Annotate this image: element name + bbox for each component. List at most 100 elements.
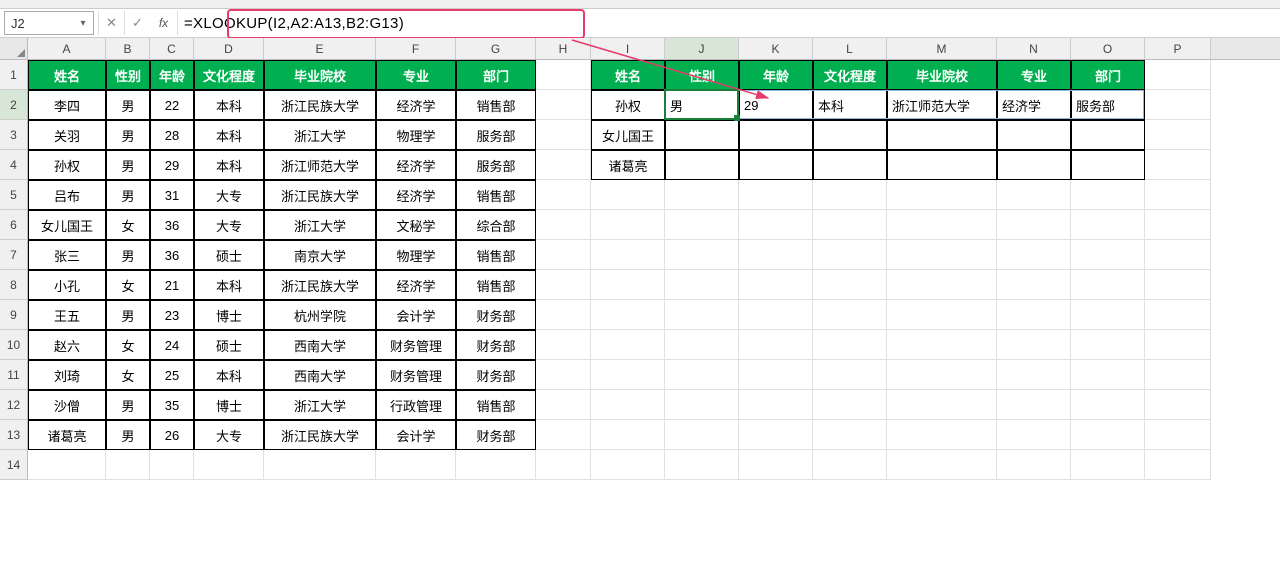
cell-B12[interactable]: 男 <box>106 390 150 420</box>
cell-M2[interactable]: 浙江师范大学 <box>887 90 997 120</box>
row-header-2[interactable]: 2 <box>0 90 28 120</box>
cell-G4[interactable]: 服务部 <box>456 150 536 180</box>
row-header-5[interactable]: 5 <box>0 180 28 210</box>
cell-F10[interactable]: 财务管理 <box>376 330 456 360</box>
cell-E1[interactable]: 毕业院校 <box>264 60 376 90</box>
column-header-O[interactable]: O <box>1071 38 1145 59</box>
column-header-N[interactable]: N <box>997 38 1071 59</box>
cell-P9[interactable] <box>1145 300 1211 330</box>
cell-D4[interactable]: 本科 <box>194 150 264 180</box>
cell-O14[interactable] <box>1071 450 1145 480</box>
cell-O6[interactable] <box>1071 210 1145 240</box>
cell-F2[interactable]: 经济学 <box>376 90 456 120</box>
cell-F6[interactable]: 文秘学 <box>376 210 456 240</box>
column-header-A[interactable]: A <box>28 38 106 59</box>
cell-A9[interactable]: 王五 <box>28 300 106 330</box>
cell-H12[interactable] <box>536 390 591 420</box>
cell-M7[interactable] <box>887 240 997 270</box>
cell-D1[interactable]: 文化程度 <box>194 60 264 90</box>
cell-D5[interactable]: 大专 <box>194 180 264 210</box>
cell-H6[interactable] <box>536 210 591 240</box>
cell-M6[interactable] <box>887 210 997 240</box>
cell-A3[interactable]: 关羽 <box>28 120 106 150</box>
cell-C5[interactable]: 31 <box>150 180 194 210</box>
cell-J7[interactable] <box>665 240 739 270</box>
cell-H5[interactable] <box>536 180 591 210</box>
column-header-K[interactable]: K <box>739 38 813 59</box>
cell-I3[interactable]: 女儿国王 <box>591 120 665 150</box>
cell-E9[interactable]: 杭州学院 <box>264 300 376 330</box>
cell-B13[interactable]: 男 <box>106 420 150 450</box>
row-header-3[interactable]: 3 <box>0 120 28 150</box>
cell-I11[interactable] <box>591 360 665 390</box>
cell-H3[interactable] <box>536 120 591 150</box>
cell-E11[interactable]: 西南大学 <box>264 360 376 390</box>
cell-N2[interactable]: 经济学 <box>997 90 1071 120</box>
row-header-7[interactable]: 7 <box>0 240 28 270</box>
cell-C10[interactable]: 24 <box>150 330 194 360</box>
cell-B5[interactable]: 男 <box>106 180 150 210</box>
cell-G1[interactable]: 部门 <box>456 60 536 90</box>
cell-O1[interactable]: 部门 <box>1071 60 1145 90</box>
cell-I13[interactable] <box>591 420 665 450</box>
cell-K1[interactable]: 年龄 <box>739 60 813 90</box>
cell-I10[interactable] <box>591 330 665 360</box>
row-header-13[interactable]: 13 <box>0 420 28 450</box>
cell-I7[interactable] <box>591 240 665 270</box>
column-header-E[interactable]: E <box>264 38 376 59</box>
cell-O12[interactable] <box>1071 390 1145 420</box>
cell-E7[interactable]: 南京大学 <box>264 240 376 270</box>
cell-I12[interactable] <box>591 390 665 420</box>
cell-M10[interactable] <box>887 330 997 360</box>
cell-M3[interactable] <box>887 120 997 150</box>
cell-C8[interactable]: 21 <box>150 270 194 300</box>
cell-P14[interactable] <box>1145 450 1211 480</box>
cell-K11[interactable] <box>739 360 813 390</box>
cell-A14[interactable] <box>28 450 106 480</box>
column-header-P[interactable]: P <box>1145 38 1211 59</box>
cell-B1[interactable]: 性别 <box>106 60 150 90</box>
cell-P10[interactable] <box>1145 330 1211 360</box>
cell-K14[interactable] <box>739 450 813 480</box>
cell-G13[interactable]: 财务部 <box>456 420 536 450</box>
cell-I9[interactable] <box>591 300 665 330</box>
cell-L14[interactable] <box>813 450 887 480</box>
formula-input[interactable]: =XLOOKUP(I2,A2:A13,B2:G13) <box>178 11 1280 35</box>
cell-O13[interactable] <box>1071 420 1145 450</box>
cell-C14[interactable] <box>150 450 194 480</box>
cell-O7[interactable] <box>1071 240 1145 270</box>
cell-O10[interactable] <box>1071 330 1145 360</box>
cell-A2[interactable]: 李四 <box>28 90 106 120</box>
cell-M4[interactable] <box>887 150 997 180</box>
column-header-H[interactable]: H <box>536 38 591 59</box>
cell-C12[interactable]: 35 <box>150 390 194 420</box>
cell-C2[interactable]: 22 <box>150 90 194 120</box>
cell-J12[interactable] <box>665 390 739 420</box>
cell-J1[interactable]: 性别 <box>665 60 739 90</box>
cell-D6[interactable]: 大专 <box>194 210 264 240</box>
cell-F14[interactable] <box>376 450 456 480</box>
row-header-14[interactable]: 14 <box>0 450 28 480</box>
cell-A1[interactable]: 姓名 <box>28 60 106 90</box>
cell-E10[interactable]: 西南大学 <box>264 330 376 360</box>
cell-B9[interactable]: 男 <box>106 300 150 330</box>
cell-G3[interactable]: 服务部 <box>456 120 536 150</box>
cell-K13[interactable] <box>739 420 813 450</box>
cell-O9[interactable] <box>1071 300 1145 330</box>
cell-N3[interactable] <box>997 120 1071 150</box>
cell-I14[interactable] <box>591 450 665 480</box>
cell-A10[interactable]: 赵六 <box>28 330 106 360</box>
cell-H2[interactable] <box>536 90 591 120</box>
cell-K6[interactable] <box>739 210 813 240</box>
cell-P8[interactable] <box>1145 270 1211 300</box>
cell-P4[interactable] <box>1145 150 1211 180</box>
cell-F5[interactable]: 经济学 <box>376 180 456 210</box>
row-header-4[interactable]: 4 <box>0 150 28 180</box>
formula-cancel-button[interactable]: ✕ <box>98 11 124 35</box>
cell-B3[interactable]: 男 <box>106 120 150 150</box>
cell-D10[interactable]: 硕士 <box>194 330 264 360</box>
cell-F1[interactable]: 专业 <box>376 60 456 90</box>
cell-D8[interactable]: 本科 <box>194 270 264 300</box>
cell-A5[interactable]: 吕布 <box>28 180 106 210</box>
cell-J11[interactable] <box>665 360 739 390</box>
